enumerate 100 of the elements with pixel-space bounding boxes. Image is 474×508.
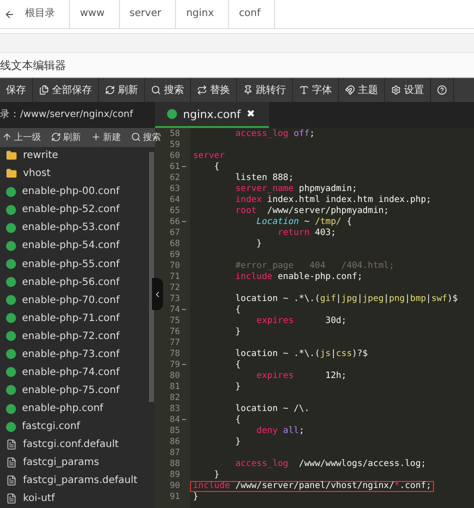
sidebar-action[interactable]: 新建: [89, 130, 123, 144]
file-name[interactable]: enable-php-75.conf: [22, 384, 120, 396]
line-number: 62: [170, 172, 180, 182]
sidebar-action[interactable]: 搜索: [129, 130, 163, 144]
file-name[interactable]: fastcgi_params: [23, 457, 100, 468]
line-number: 68: [170, 238, 180, 248]
arrow-up-icon: [2, 132, 12, 142]
code-line: location ~ /\.: [234, 404, 311, 415]
editor-title: 线文本编辑器: [0, 58, 66, 72]
document-icon: [6, 475, 17, 486]
line-number: 69: [170, 250, 180, 260]
breadcrumb-item[interactable]: server: [120, 0, 176, 28]
file-type-icon: [6, 349, 16, 360]
code-line: access_log off;: [234, 129, 316, 140]
line-number: 89: [170, 470, 180, 480]
file-name[interactable]: enable-php-55.conf: [22, 258, 120, 270]
document-icon: [6, 457, 17, 468]
tab-label: nginx.conf: [183, 108, 241, 120]
line-number: 63: [170, 184, 180, 194]
code-line: include enable-php.conf;: [234, 272, 364, 283]
code-line: return 403;: [276, 228, 338, 239]
file-type-icon: [6, 331, 16, 342]
file-name[interactable]: enable-php-00.conf: [22, 186, 120, 198]
back-icon[interactable]: [4, 8, 15, 20]
code-line: listen 888;: [234, 173, 295, 184]
search-icon: [151, 85, 161, 95]
file-name[interactable]: enable-php-74.conf: [22, 366, 120, 378]
scrollbar[interactable]: [149, 152, 154, 402]
file-name[interactable]: enable-php-73.conf: [22, 348, 120, 360]
file-tab[interactable]: nginx.conf ✖: [155, 102, 270, 128]
sidebar-action[interactable]: 刷新: [49, 130, 83, 144]
file-type-icon: [6, 367, 16, 378]
line-number: 87: [170, 448, 180, 458]
line-number: 76: [170, 326, 180, 336]
code-line: }: [234, 327, 242, 338]
file-name[interactable]: vhost: [23, 168, 51, 180]
breadcrumb-item[interactable]: 根目录: [15, 0, 70, 28]
line-number: 59: [170, 140, 180, 150]
file-name[interactable]: fastcgi_params.default: [23, 475, 138, 486]
file-type-icon: [6, 404, 16, 414]
line-number: 60: [170, 150, 180, 160]
code-line: }: [234, 437, 242, 448]
line-number: 72: [170, 282, 180, 292]
file-name[interactable]: fastcgi.conf: [22, 421, 80, 432]
file-name[interactable]: enable-php-54.conf: [22, 240, 120, 252]
line-number: 85: [170, 426, 180, 436]
code-line: #error_page 404 /404.html;: [234, 261, 396, 272]
file-type-icon: [6, 204, 16, 215]
line-number: 75: [170, 316, 180, 326]
code-line: expires 12h;: [256, 371, 348, 382]
file-name[interactable]: fastcgi.conf.default: [23, 439, 119, 450]
code-line: expires 30d;: [256, 316, 348, 327]
save-all-icon: [39, 85, 49, 95]
code-line: {: [234, 360, 242, 371]
refresh-icon: [105, 85, 115, 95]
replace-icon: [197, 85, 207, 95]
file-name[interactable]: enable-php-52.conf: [22, 204, 120, 216]
file-name[interactable]: enable-php-71.conf: [22, 312, 120, 324]
file-name[interactable]: enable-php-72.conf: [22, 330, 120, 342]
line-number: 86: [170, 436, 180, 446]
code-line: location ~ .*\.(gif|jpg|jpeg|png|bmp|swf)$: [234, 294, 459, 305]
file-type-icon: [6, 259, 16, 270]
breadcrumb-item[interactable]: nginx: [176, 0, 229, 28]
file-name[interactable]: rewrite: [23, 150, 58, 162]
breadcrumb-item[interactable]: conf: [228, 0, 276, 28]
close-icon[interactable]: ✖: [246, 108, 256, 120]
refresh-icon: [51, 132, 61, 142]
breadcrumb-item[interactable]: www: [70, 0, 120, 28]
collapse-button[interactable]: [152, 278, 163, 310]
font-icon: [299, 85, 309, 95]
file-name[interactable]: enable-php-56.conf: [22, 276, 120, 288]
help-icon: [437, 85, 447, 95]
code-line: deny all;: [256, 426, 306, 437]
file-type-icon: [6, 295, 16, 306]
sidebar-action[interactable]: 上一级: [0, 130, 43, 144]
file-name[interactable]: enable-php.conf: [22, 403, 104, 414]
directory-path: 录：/www/server/nginx/conf: [0, 108, 134, 122]
line-number: 91: [170, 492, 180, 502]
file-type-icon: [6, 277, 16, 288]
line-number: 79: [170, 360, 180, 370]
file-name[interactable]: enable-php-70.conf: [22, 294, 120, 306]
line-number: 58: [170, 128, 180, 138]
chevron-left-icon: [153, 290, 162, 298]
search-icon: [131, 132, 141, 142]
code-line: }: [256, 239, 263, 250]
file-name[interactable]: koi-utf: [23, 493, 55, 504]
line-number: 67: [170, 228, 180, 238]
folder-icon: [6, 150, 17, 162]
line-number: 81: [170, 382, 180, 392]
code-line: root /www/server/phpmyadmin;: [234, 206, 390, 217]
line-number: 83: [170, 404, 180, 414]
line-number: 66: [170, 216, 180, 226]
settings-icon: [391, 85, 401, 95]
line-number: 77: [170, 338, 180, 348]
file-name[interactable]: enable-php-53.conf: [22, 222, 120, 234]
line-number: 90: [170, 480, 180, 490]
file-type-icon: [6, 313, 16, 324]
code-line: {: [234, 305, 242, 316]
folder-icon: [6, 168, 17, 180]
magnet-icon: [345, 85, 355, 95]
